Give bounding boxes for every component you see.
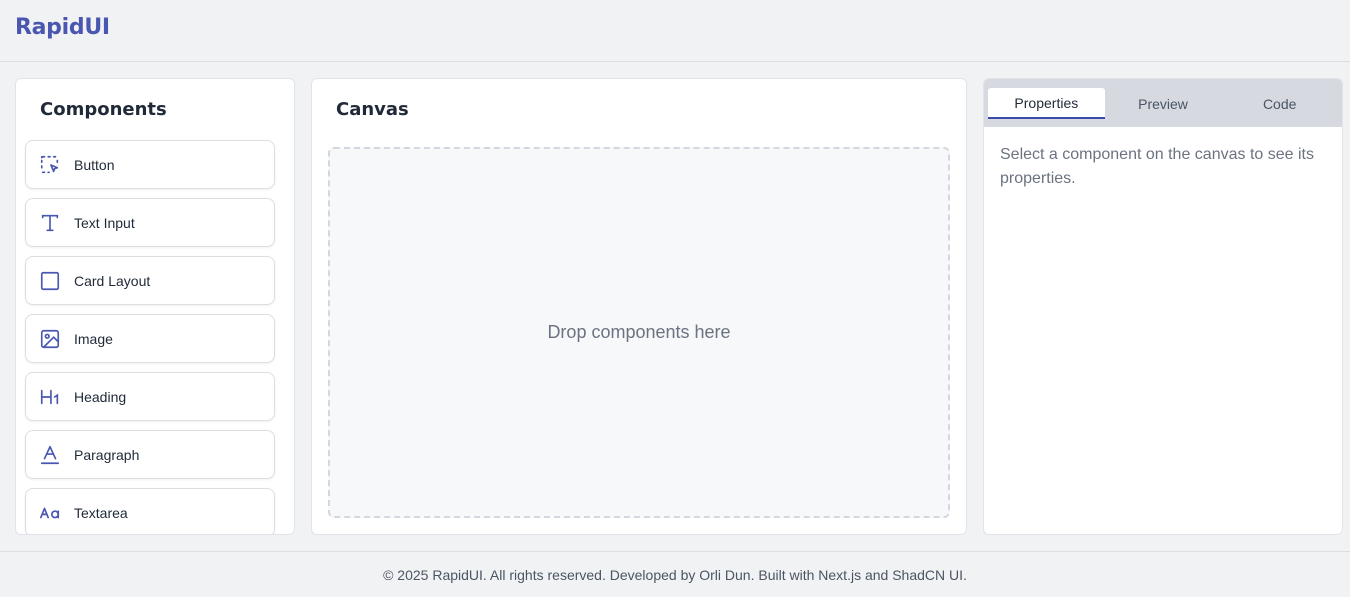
cursor-select-icon	[39, 154, 61, 176]
heading1-icon	[39, 386, 61, 408]
component-label: Paragraph	[74, 446, 140, 463]
component-item-heading[interactable]: Heading	[25, 372, 275, 421]
properties-panel: Properties Preview Code Select a compone…	[983, 78, 1343, 535]
component-item-image[interactable]: Image	[25, 314, 275, 363]
dropzone-placeholder: Drop components here	[547, 322, 731, 342]
components-panel: Components Button Text Input Card Layout…	[15, 78, 295, 535]
component-label: Textarea	[74, 504, 128, 521]
app-header: RapidUI	[0, 0, 1350, 62]
properties-empty-message: Select a component on the canvas to see …	[1000, 146, 1314, 187]
component-label: Button	[74, 156, 115, 173]
tab-properties[interactable]: Properties	[988, 88, 1105, 119]
components-title: Components	[40, 99, 167, 120]
square-icon	[39, 270, 61, 292]
component-list: Button Text Input Card Layout Image Head…	[25, 140, 275, 534]
component-label: Card Layout	[74, 272, 151, 289]
canvas-dropzone[interactable]: Drop components here	[328, 147, 950, 518]
footer-text: © 2025 RapidUI. All rights reserved. Dev…	[383, 566, 967, 583]
case-sensitive-icon	[39, 502, 61, 524]
component-item-card-layout[interactable]: Card Layout	[25, 256, 275, 305]
component-item-paragraph[interactable]: Paragraph	[25, 430, 275, 479]
tab-code[interactable]: Code	[1221, 88, 1338, 119]
image-icon	[39, 328, 61, 350]
canvas-title: Canvas	[336, 99, 409, 120]
component-label: Text Input	[74, 214, 135, 231]
brand-logo[interactable]: RapidUI	[15, 15, 110, 40]
component-label: Heading	[74, 388, 127, 405]
paragraph-letter-icon	[39, 444, 61, 466]
component-item-text-input[interactable]: Text Input	[25, 198, 275, 247]
app-footer: © 2025 RapidUI. All rights reserved. Dev…	[0, 551, 1350, 597]
component-item-textarea[interactable]: Textarea	[25, 488, 275, 534]
properties-tabs: Properties Preview Code	[984, 79, 1342, 127]
tab-preview[interactable]: Preview	[1105, 88, 1222, 119]
component-label: Image	[74, 330, 113, 347]
component-item-button[interactable]: Button	[25, 140, 275, 189]
canvas-panel: Canvas Drop components here	[311, 78, 967, 535]
text-type-icon	[39, 212, 61, 234]
